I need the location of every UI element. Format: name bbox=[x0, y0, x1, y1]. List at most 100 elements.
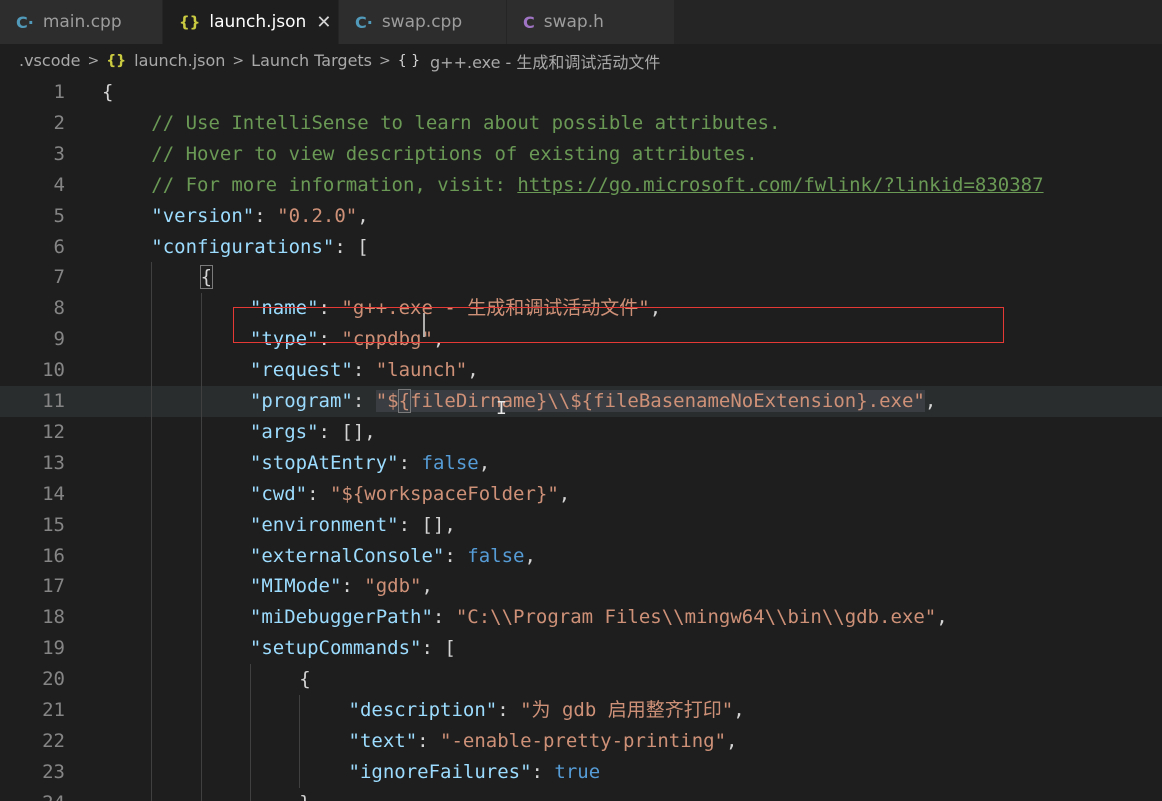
code-token: "miDebuggerPath" bbox=[249, 606, 433, 629]
code-token: false bbox=[421, 451, 479, 474]
code-line[interactable]: 3 // Hover to view descriptions of existi… bbox=[0, 139, 1162, 170]
code-token: "stopAtEntry" bbox=[249, 451, 399, 474]
code-line[interactable]: 8 "name": "g++.exe - 生成和调试活动文件", bbox=[0, 293, 1162, 325]
tab-swap-cpp[interactable]: C· swap.cpp bbox=[339, 0, 507, 44]
code-token: // Use IntelliSense to learn about possi… bbox=[151, 111, 781, 134]
code-line[interactable]: 6 "configurations": [ bbox=[0, 232, 1162, 263]
code-token: "MIMode" bbox=[249, 575, 342, 598]
breadcrumb-folder[interactable]: .vscode bbox=[19, 51, 80, 70]
code-line[interactable]: 18 "miDebuggerPath": "C:\\Program Files\\… bbox=[0, 602, 1162, 634]
code-line[interactable]: 5 "version": "0.2.0", bbox=[0, 201, 1162, 232]
indent-guide bbox=[151, 725, 153, 757]
indent-guide bbox=[249, 756, 251, 788]
code-text: "description": "为 gdb 启用整齐打印", bbox=[349, 695, 745, 726]
code-line[interactable]: 11 "program": "${fileDirname}\\${fileBase… bbox=[0, 386, 1162, 417]
code-line[interactable]: 15 "environment": [], bbox=[0, 509, 1162, 541]
code-token: : bbox=[318, 297, 342, 320]
code-token: : bbox=[398, 451, 422, 474]
code-token: "type" bbox=[249, 328, 319, 351]
code-editor[interactable]: 1{2// Use IntelliSense to learn about po… bbox=[0, 77, 1162, 801]
chevron-right-icon: > bbox=[379, 52, 391, 69]
code-token: : [ bbox=[421, 637, 456, 660]
indent-guide bbox=[200, 756, 202, 788]
tab-label: swap.h bbox=[543, 12, 604, 32]
chevron-right-icon: > bbox=[232, 52, 245, 69]
indent-guide bbox=[151, 664, 153, 696]
code-line[interactable]: 19 "setupCommands": [ bbox=[0, 633, 1162, 665]
cpp-file-icon: C· bbox=[16, 12, 34, 32]
code-text: "text": "-enable-pretty-printing", bbox=[349, 726, 738, 757]
close-tab-icon[interactable]: ✕ bbox=[316, 12, 331, 33]
code-line[interactable]: 9 "type": "cppdbg", bbox=[0, 324, 1162, 356]
tab-main-cpp[interactable]: C· main.cpp bbox=[0, 0, 163, 44]
code-token: // For more information, visit: bbox=[151, 173, 518, 196]
code-line[interactable]: 22 "text": "-enable-pretty-printing", bbox=[0, 725, 1162, 757]
code-token: { bbox=[102, 81, 114, 103]
code-token: "gdb" bbox=[364, 575, 422, 598]
indent-guide bbox=[200, 725, 202, 757]
line-number: 7 bbox=[53, 266, 65, 289]
indent-guide bbox=[151, 293, 153, 325]
code-line[interactable]: 14 "cwd": "${workspaceFolder}", bbox=[0, 478, 1162, 510]
code-line[interactable]: 1{ bbox=[0, 77, 1162, 108]
code-text: "externalConsole": false, bbox=[250, 541, 536, 572]
code-line[interactable]: 12 "args": [], bbox=[0, 416, 1162, 448]
code-token: "-enable-pretty-printing" bbox=[440, 729, 727, 752]
code-line[interactable]: 2 // Use IntelliSense to learn about poss… bbox=[0, 108, 1162, 139]
code-token: : bbox=[352, 390, 376, 412]
line-number: 3 bbox=[53, 142, 65, 165]
text-cursor bbox=[423, 313, 425, 337]
code-text: "MIMode": "gdb", bbox=[250, 571, 433, 602]
cpp-file-icon: C· bbox=[355, 12, 373, 32]
indent-guide bbox=[151, 540, 153, 572]
code-token: , bbox=[936, 606, 948, 629]
indent-guide bbox=[200, 324, 202, 356]
c-header-file-icon: C bbox=[523, 12, 535, 32]
code-token: : bbox=[444, 544, 468, 567]
indent-guide bbox=[249, 695, 251, 726]
code-line[interactable]: 23 "ignoreFailures": true bbox=[0, 756, 1162, 788]
code-line[interactable]: 4 // For more information, visit: https:/… bbox=[0, 170, 1162, 201]
code-token: , bbox=[558, 482, 571, 505]
tab-launch-json[interactable]: {} launch.json ✕ bbox=[163, 0, 339, 44]
code-line[interactable]: 7{ bbox=[0, 262, 1162, 294]
code-token: "description" bbox=[348, 699, 498, 721]
code-line[interactable]: 21 "description": "为 gdb 启用整齐打印", bbox=[0, 695, 1162, 726]
code-line[interactable]: 17 "MIMode": "gdb", bbox=[0, 571, 1162, 603]
line-number: 13 bbox=[42, 451, 65, 474]
code-line[interactable]: 24} bbox=[0, 787, 1162, 801]
code-text: // Hover to view descriptions of existin… bbox=[151, 139, 757, 170]
code-line[interactable]: 13 "stopAtEntry": false, bbox=[0, 447, 1162, 479]
code-line[interactable]: 10 "request": "launch", bbox=[0, 355, 1162, 387]
code-token: "configurations" bbox=[151, 235, 335, 258]
indent-guide bbox=[151, 695, 153, 726]
line-number: 14 bbox=[42, 482, 65, 505]
code-token: } bbox=[299, 792, 310, 801]
indent-guide bbox=[249, 787, 251, 801]
indent-guide bbox=[200, 664, 202, 696]
indent-guide bbox=[151, 756, 153, 788]
breadcrumb-section[interactable]: Launch Targets bbox=[251, 51, 372, 70]
indent-guide bbox=[200, 416, 202, 448]
code-token: false bbox=[467, 544, 525, 567]
code-token: { bbox=[397, 389, 412, 413]
code-token: "externalConsole" bbox=[249, 544, 445, 567]
tab-label: launch.json bbox=[209, 12, 307, 32]
code-token: { bbox=[299, 668, 311, 691]
code-token: , bbox=[421, 575, 433, 598]
breadcrumb-item[interactable]: g++.exe - 生成和调试活动文件 bbox=[430, 49, 660, 73]
code-line[interactable]: 16 "externalConsole": false, bbox=[0, 540, 1162, 572]
line-number: 4 bbox=[53, 173, 65, 196]
code-token: : [ bbox=[334, 235, 369, 258]
code-text: "request": "launch", bbox=[250, 355, 479, 386]
code-token: fileDirname}\\${fileBasenameNoExtension}… bbox=[410, 390, 925, 412]
code-token: "environment" bbox=[249, 513, 399, 536]
code-token: "g++.exe - 生成和调试活动文件" bbox=[341, 297, 650, 320]
indent-guide bbox=[200, 478, 202, 510]
breadcrumb-file[interactable]: launch.json bbox=[134, 51, 225, 70]
code-text: { bbox=[199, 262, 214, 293]
indent-guide bbox=[151, 787, 153, 801]
code-line[interactable]: 20 { bbox=[0, 664, 1162, 696]
code-token: : bbox=[352, 359, 376, 382]
tab-swap-h[interactable]: C swap.h bbox=[507, 0, 675, 44]
